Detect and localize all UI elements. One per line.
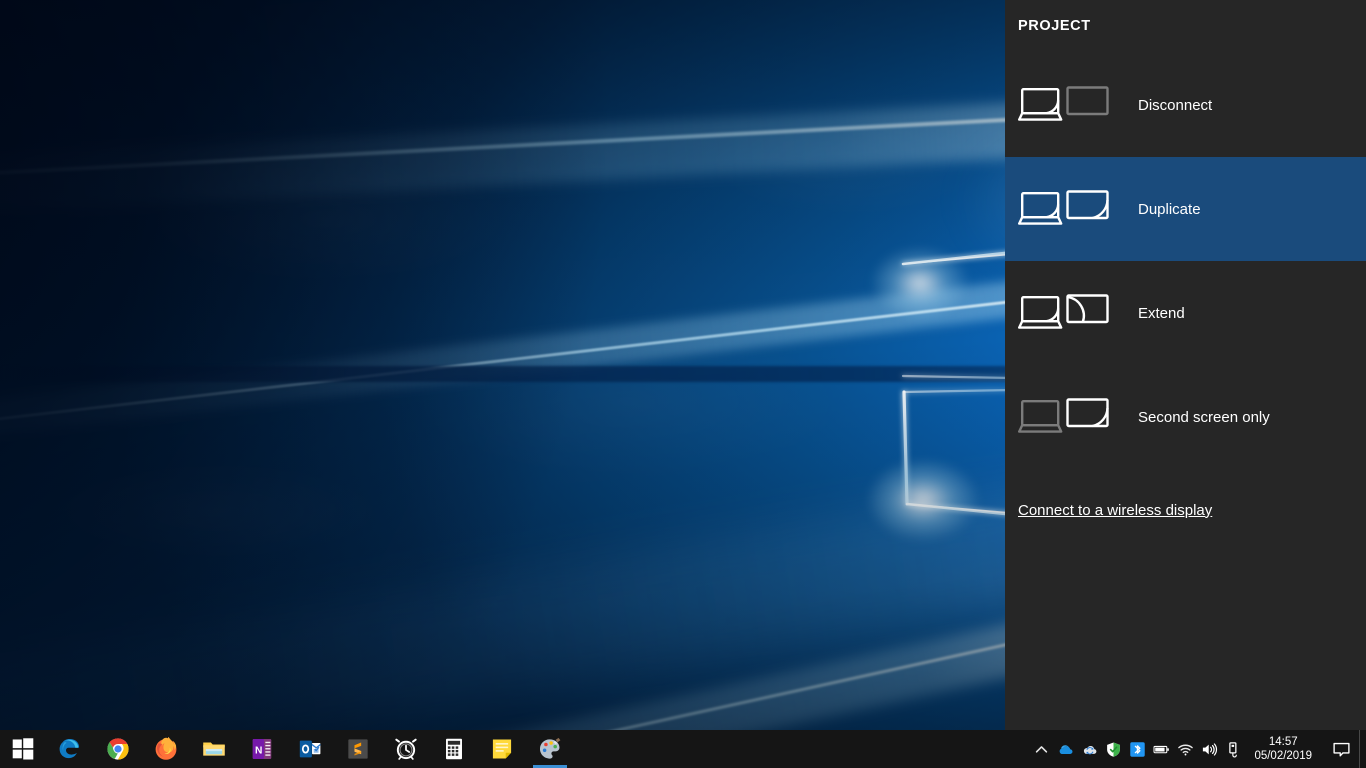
volume-icon [1202,742,1217,756]
paint-3d-icon [539,737,561,759]
connect-to-wireless-display-link[interactable]: Connect to a wireless display [1018,502,1212,519]
svg-text:N: N [255,745,262,756]
file-explorer-icon [203,742,225,756]
extend-icon-svg [1018,294,1109,329]
system-tray: 14:57 05/02/2019 [1029,730,1366,768]
action-center-icon [1332,742,1350,757]
project-option-duplicate[interactable]: Duplicate [1005,157,1366,261]
taskbar-app-alarms-and-clock[interactable] [382,730,430,768]
clock-date: 05/02/2019 [1254,750,1312,762]
tray-safely-remove-hardware[interactable] [1221,730,1245,768]
google-chrome-icon [107,738,129,760]
mozilla-firefox-icon [155,736,177,760]
chevron-up-icon [1035,745,1048,753]
alarms-and-clock-icon [395,738,417,760]
shield-icon [1107,741,1120,757]
project-option-disconnect[interactable]: Disconnect [1005,53,1366,157]
tray-onedrive[interactable] [1053,730,1077,768]
battery-icon [1153,745,1169,753]
taskbar-clock[interactable]: 14:57 05/02/2019 [1245,730,1323,768]
cloud-sync-icon [1083,745,1097,754]
taskbar: N 14:57 05/02/2019 [0,730,1366,768]
sticky-notes-icon [492,739,512,759]
action-center-button[interactable] [1323,730,1359,768]
wifi-icon [1178,744,1193,755]
tray-battery[interactable] [1149,730,1173,768]
onenote-icon: N [252,738,272,760]
project-option-label: Duplicate [1138,200,1201,218]
sublime-text-icon [348,739,368,759]
start-button[interactable] [0,730,46,768]
tray-show-hidden-icons[interactable] [1029,730,1053,768]
duplicate-icon-svg [1018,190,1109,225]
project-mode-list: Disconnect Duplicate Extend Second scree… [1005,53,1366,469]
disconnect-icon-svg [1018,86,1109,121]
tray-cloud-sync[interactable] [1077,730,1101,768]
bluetooth-icon [1130,741,1145,757]
laptop-and-monitor-extend-icon [1018,291,1110,335]
taskbar-app-google-chrome[interactable] [94,730,142,768]
taskbar-app-buttons: N [46,730,574,768]
taskbar-app-sticky-notes[interactable] [478,730,526,768]
desktop-screen: PROJECT Disconnect Duplicate Extend Seco… [0,0,1366,768]
wireless-display-row: Connect to a wireless display [1005,488,1366,532]
taskbar-app-calculator[interactable] [430,730,478,768]
taskbar-app-sublime-text[interactable] [334,730,382,768]
taskbar-app-file-explorer[interactable] [190,730,238,768]
laptop-and-monitor-second-screen-only-icon [1018,395,1110,439]
laptop-and-monitor-duplicate-icon [1018,187,1110,231]
show-desktop-button[interactable] [1359,730,1366,768]
clock-time: 14:57 [1268,736,1298,748]
project-option-label: Second screen only [1138,408,1270,426]
project-panel-title: PROJECT [1018,18,1091,34]
project-option-extend[interactable]: Extend [1005,261,1366,365]
second-screen-only-icon-svg [1018,398,1109,433]
onedrive-cloud-icon [1059,744,1073,754]
calculator-icon [446,738,462,760]
taskbar-app-microsoft-edge[interactable] [46,730,94,768]
taskbar-app-onenote[interactable]: N [238,730,286,768]
taskbar-app-outlook[interactable] [286,730,334,768]
taskbar-app-paint-3d[interactable] [526,730,574,768]
tray-volume[interactable] [1197,730,1221,768]
laptop-and-monitor-disconnect-icon [1018,83,1110,127]
project-flyout-panel: PROJECT Disconnect Duplicate Extend Seco… [1005,0,1366,730]
usb-eject-icon [1229,741,1237,757]
microsoft-edge-icon [59,738,80,759]
taskbar-app-mozilla-firefox[interactable] [142,730,190,768]
tray-wifi[interactable] [1173,730,1197,768]
project-option-second-screen-only[interactable]: Second screen only [1005,365,1366,469]
tray-bluetooth[interactable] [1125,730,1149,768]
windows-start-icon [12,738,34,760]
tray-windows-defender[interactable] [1101,730,1125,768]
outlook-icon [299,740,321,758]
project-option-label: Disconnect [1138,96,1213,114]
taskbar-empty-area [574,730,1029,768]
project-option-label: Extend [1138,304,1185,322]
